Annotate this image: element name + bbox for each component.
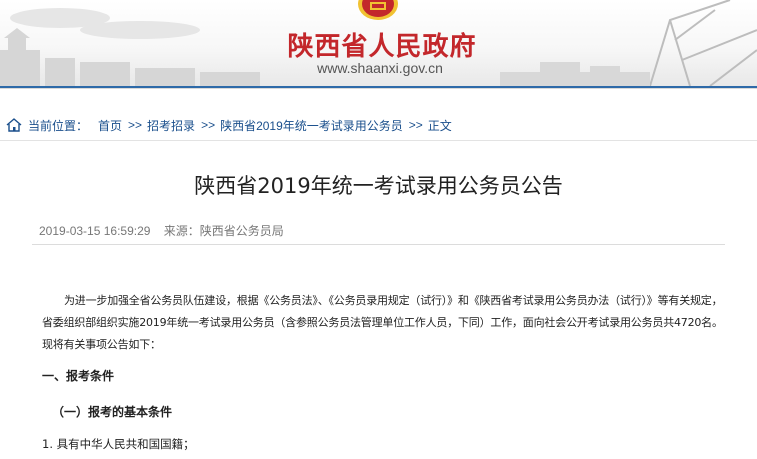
breadcrumb-separator: >> [128, 118, 143, 132]
breadcrumb-home[interactable]: 首页 [98, 117, 122, 134]
article-meta: 2019-03-15 16:59:29 来源：陕西省公务员局 [39, 222, 294, 239]
national-emblem-icon [358, 0, 398, 20]
article-source: 来源：陕西省公务员局 [163, 224, 284, 238]
breadcrumb-separator: >> [201, 118, 216, 132]
site-url[interactable]: www.shaanxi.gov.cn [300, 60, 460, 76]
list-item: 1. 具有中华人民共和国国籍； [42, 437, 195, 451]
skyline-left-decoration [0, 8, 260, 86]
section-heading: 一、报考条件 [42, 369, 115, 383]
skyline-right-decoration [500, 0, 757, 86]
site-name[interactable]: 陕西省人民政府 [272, 26, 492, 63]
article-date: 2019-03-15 16:59:29 [39, 224, 151, 238]
header-divider-shadow [0, 88, 757, 89]
article-title: 陕西省2019年统一考试录用公务员公告 [194, 174, 563, 198]
breadcrumb-divider [0, 140, 757, 141]
site-header: 陕西省人民政府 www.shaanxi.gov.cn [0, 0, 757, 87]
meta-divider [32, 244, 725, 245]
breadcrumb-separator: >> [408, 118, 423, 132]
subsection-heading: （一）报考的基本条件 [52, 405, 173, 419]
breadcrumb: 当前位置： 首页 >> 招考招录 >> 陕西省2019年统一考试录用公务员 >>… [6, 116, 456, 134]
breadcrumb-current[interactable]: 正文 [428, 117, 452, 134]
home-icon[interactable] [6, 118, 22, 132]
article-intro-paragraph: 为进一步加强全省公务员队伍建设，根据《公务员法》、《公务员录用规定（试行）》和《… [42, 294, 723, 351]
breadcrumb-exam[interactable]: 陕西省2019年统一考试录用公务员 [220, 117, 403, 134]
breadcrumb-label: 当前位置： [28, 118, 89, 133]
breadcrumb-recruitment[interactable]: 招考招录 [147, 117, 195, 134]
